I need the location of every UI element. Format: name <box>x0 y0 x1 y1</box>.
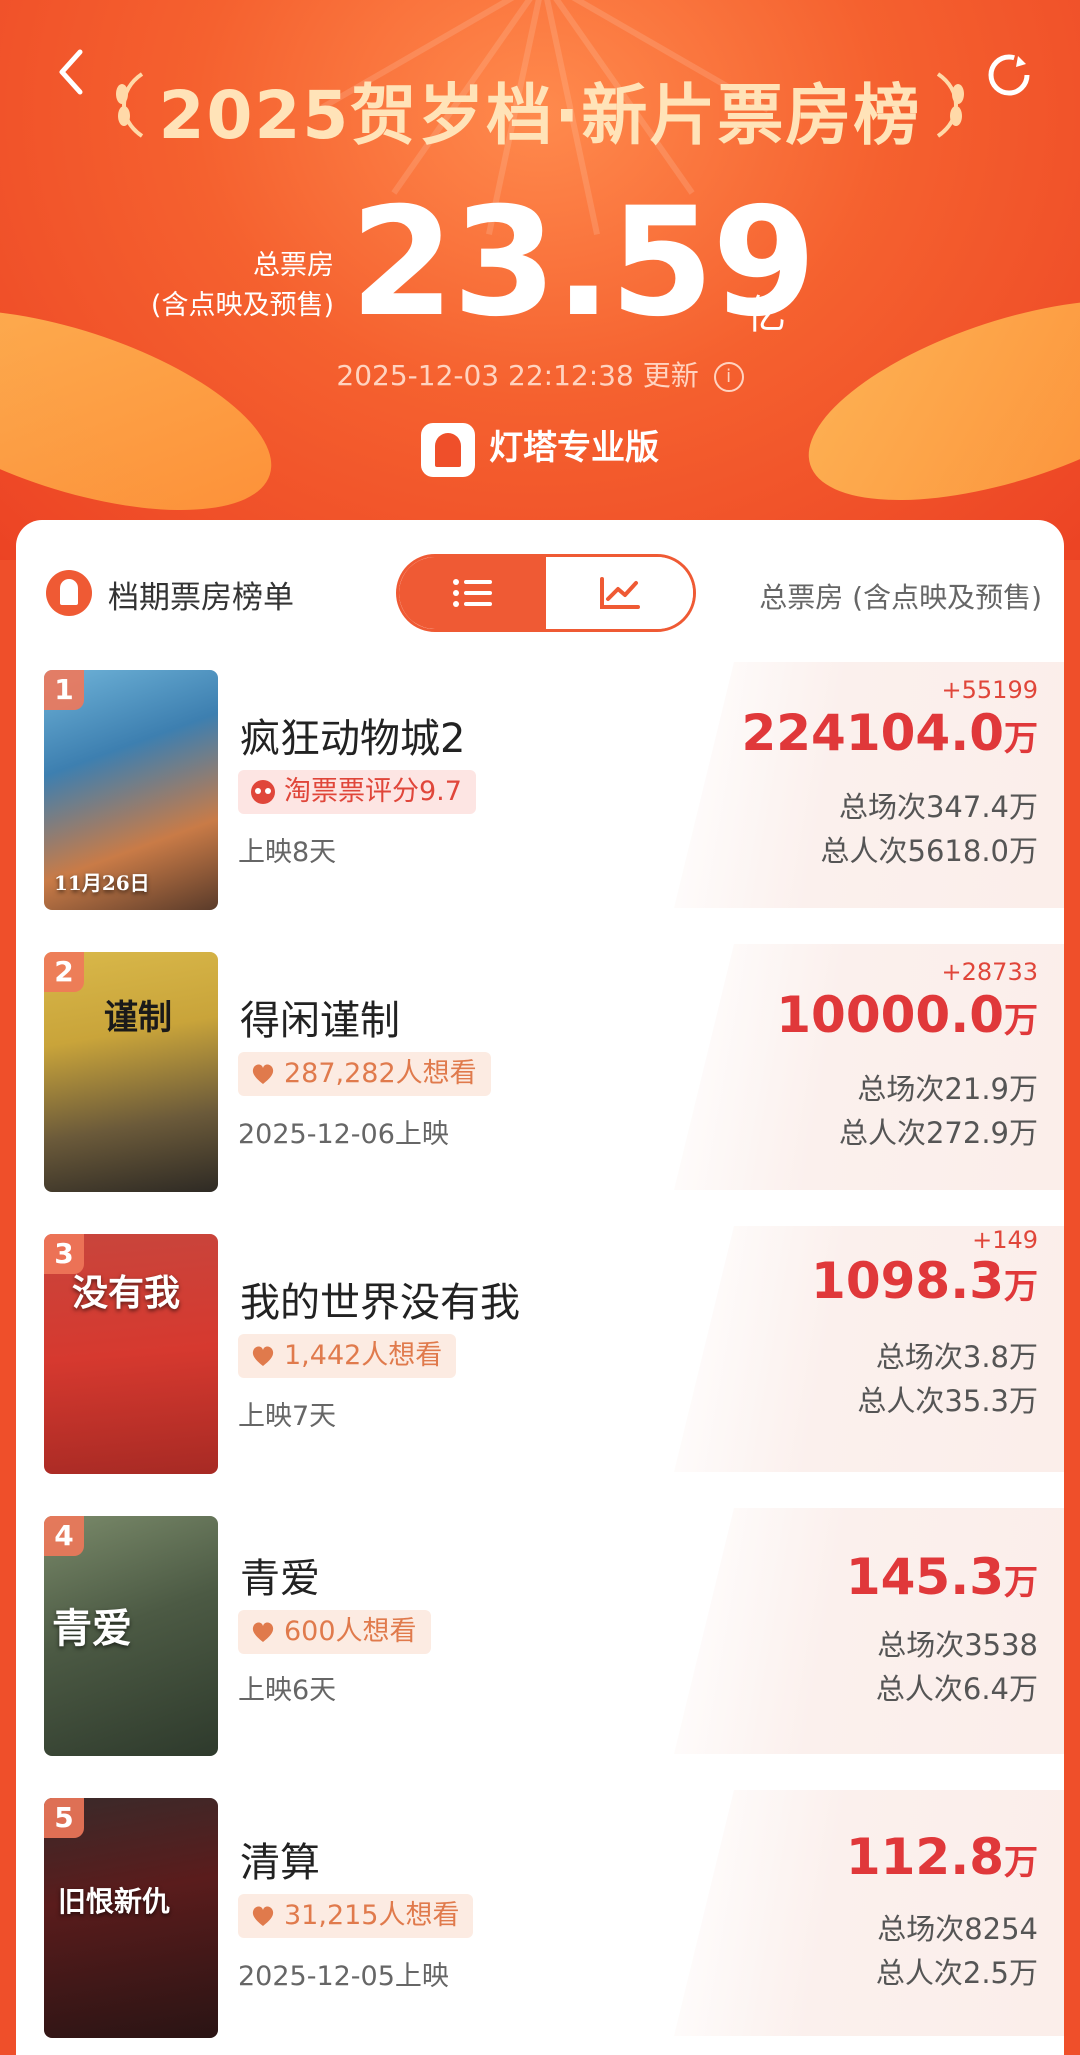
release-info: 2025-12-06上映 <box>238 1119 449 1150</box>
heart-icon <box>252 1906 274 1926</box>
taopiaopiao-icon <box>251 780 275 804</box>
release-info: 2025-12-05上映 <box>238 1961 449 1992</box>
total-viewers: 总人次2.5万 <box>875 1956 1038 1990</box>
lighthouse-icon <box>46 570 92 616</box>
total-box-office-unit: 亿 <box>746 292 786 338</box>
want-text: 600人想看 <box>284 1616 417 1647</box>
poster-text: 11月26日 <box>54 871 150 895</box>
info-icon[interactable]: i <box>713 362 744 392</box>
view-toggle <box>396 554 696 632</box>
box-office: 224104.0万 <box>741 704 1038 762</box>
total-viewers: 总人次35.3万 <box>857 1384 1038 1418</box>
update-suffix: 更新 <box>642 359 699 392</box>
panel-header: 档期票房榜单 总票房 (含点映及预售) <box>16 520 1064 640</box>
hero-banner: 2025贺岁档·新片票房榜 总票房 (含点映及预售) 23.59 亿 2025-… <box>0 0 1080 560</box>
box-office-value: 145.3 <box>845 1548 1004 1606</box>
want-text: 1,442人想看 <box>284 1340 443 1371</box>
movie-poster[interactable]: 谨制 2 <box>44 952 218 1192</box>
box-office: 145.3万 <box>846 1548 1038 1606</box>
movie-poster[interactable]: 青爱 4 <box>44 1516 218 1756</box>
want-text: 31,215人想看 <box>284 1900 460 1931</box>
release-info: 上映7天 <box>238 1401 337 1432</box>
list-icon <box>453 579 492 607</box>
heart-icon <box>252 1346 274 1366</box>
want-tag: 1,442人想看 <box>238 1334 457 1378</box>
total-shows: 总场次347.4万 <box>838 790 1038 824</box>
movie-title: 疯狂动物城2 <box>240 716 466 762</box>
box-office-unit: 万 <box>1004 1267 1038 1307</box>
box-office-value: 10000.0 <box>776 986 1004 1044</box>
total-box-office-label: 总票房 (含点映及预售) <box>151 246 334 326</box>
total-shows: 总场次21.9万 <box>857 1072 1038 1106</box>
total-shows: 总场次3.8万 <box>875 1340 1038 1374</box>
movie-poster[interactable]: 没有我 3 <box>44 1234 218 1474</box>
box-office-value: 1098.3 <box>811 1252 1004 1310</box>
want-tag: 600人想看 <box>238 1610 431 1654</box>
trend-chart-icon <box>600 577 640 609</box>
want-text: 287,282人想看 <box>284 1058 477 1089</box>
movie-title: 得闲谨制 <box>240 998 400 1044</box>
brand: 灯塔专业版 <box>0 420 1080 477</box>
release-info: 上映8天 <box>238 837 337 868</box>
release-info: 上映6天 <box>238 1675 337 1706</box>
chart-view-tab[interactable] <box>546 557 693 629</box>
rating-text: 淘票票评分9.7 <box>284 776 462 807</box>
total-label-line2: (含点映及预售) <box>150 290 334 321</box>
poster-text: 青爱 <box>52 1605 132 1652</box>
rank-badge: 1 <box>44 670 84 710</box>
poster-text: 没有我 <box>72 1272 181 1314</box>
poster-text: 旧恨新仇 <box>58 1885 171 1918</box>
box-office: 112.8万 <box>846 1828 1038 1886</box>
box-office-delta: +149 <box>972 1226 1038 1254</box>
want-tag: 287,282人想看 <box>238 1052 491 1096</box>
total-label-line1: 总票房 <box>253 250 334 281</box>
brand-name: 灯塔专业版 <box>489 428 659 468</box>
box-office-value: 112.8 <box>845 1828 1004 1886</box>
rank-badge: 3 <box>44 1234 84 1274</box>
rank-badge: 2 <box>44 952 84 992</box>
box-office-unit: 万 <box>1004 1843 1038 1883</box>
rank-badge: 5 <box>44 1798 84 1838</box>
page-title: 2025贺岁档·新片票房榜 <box>158 77 922 154</box>
total-box-office-header: 总票房 (含点映及预售) <box>759 581 1042 614</box>
lighthouse-logo-icon <box>421 422 475 477</box>
heart-icon <box>252 1622 274 1642</box>
movie-poster[interactable]: 旧恨新仇 5 <box>44 1798 218 2038</box>
movie-row[interactable]: 谨制 2 得闲谨制 287,282人想看 2025-12-06上映 +28733… <box>16 944 1064 1192</box>
movie-title: 青爱 <box>240 1556 320 1602</box>
movie-row[interactable]: 11月26日 1 疯狂动物城2 淘票票评分9.7 上映8天 +55199 224… <box>16 662 1064 910</box>
movie-title: 清算 <box>240 1840 320 1886</box>
movie-poster[interactable]: 11月26日 1 <box>44 670 218 910</box>
movie-title: 我的世界没有我 <box>240 1280 520 1326</box>
list-view-tab[interactable] <box>399 557 546 629</box>
box-office: 1098.3万 <box>811 1252 1038 1310</box>
box-office-unit: 万 <box>1004 719 1038 759</box>
total-viewers: 总人次272.9万 <box>838 1116 1038 1150</box>
update-time-value: 2025-12-03 22:12:38 <box>336 359 634 392</box>
box-office-delta: +28733 <box>941 958 1038 986</box>
total-shows: 总场次3538 <box>877 1628 1038 1662</box>
total-viewers: 总人次6.4万 <box>875 1672 1038 1706</box>
rating-tag: 淘票票评分9.7 <box>238 770 476 814</box>
list-title: 档期票房榜单 <box>108 580 294 616</box>
heart-icon <box>252 1064 274 1084</box>
box-office: 10000.0万 <box>776 986 1038 1044</box>
box-office-unit: 万 <box>1004 1563 1038 1603</box>
box-office-unit: 万 <box>1004 1001 1038 1041</box>
decor-ribbon-right <box>785 259 1080 541</box>
box-office-delta: +55199 <box>941 676 1038 704</box>
movie-row[interactable]: 青爱 4 青爱 600人想看 上映6天 145.3万 总场次3538 总人次6.… <box>16 1508 1064 1756</box>
rank-badge: 4 <box>44 1516 84 1556</box>
movie-row[interactable]: 没有我 3 我的世界没有我 1,442人想看 上映7天 +149 1098.3万… <box>16 1226 1064 1474</box>
total-viewers: 总人次5618.0万 <box>820 834 1038 868</box>
update-time: 2025-12-03 22:12:38 更新 i <box>0 354 1080 394</box>
total-box-office-value: 23.59 <box>350 176 816 350</box>
poster-text: 谨制 <box>104 998 172 1038</box>
box-office-value: 224104.0 <box>741 704 1004 762</box>
want-tag: 31,215人想看 <box>238 1894 474 1938</box>
ranking-panel: 档期票房榜单 总票房 (含点映及预售) 11月26日 1 疯狂动物城2 淘票票评… <box>16 520 1064 2055</box>
total-shows: 总场次8254 <box>877 1912 1038 1946</box>
movie-row[interactable]: 旧恨新仇 5 清算 31,215人想看 2025-12-05上映 112.8万 … <box>16 1790 1064 2038</box>
